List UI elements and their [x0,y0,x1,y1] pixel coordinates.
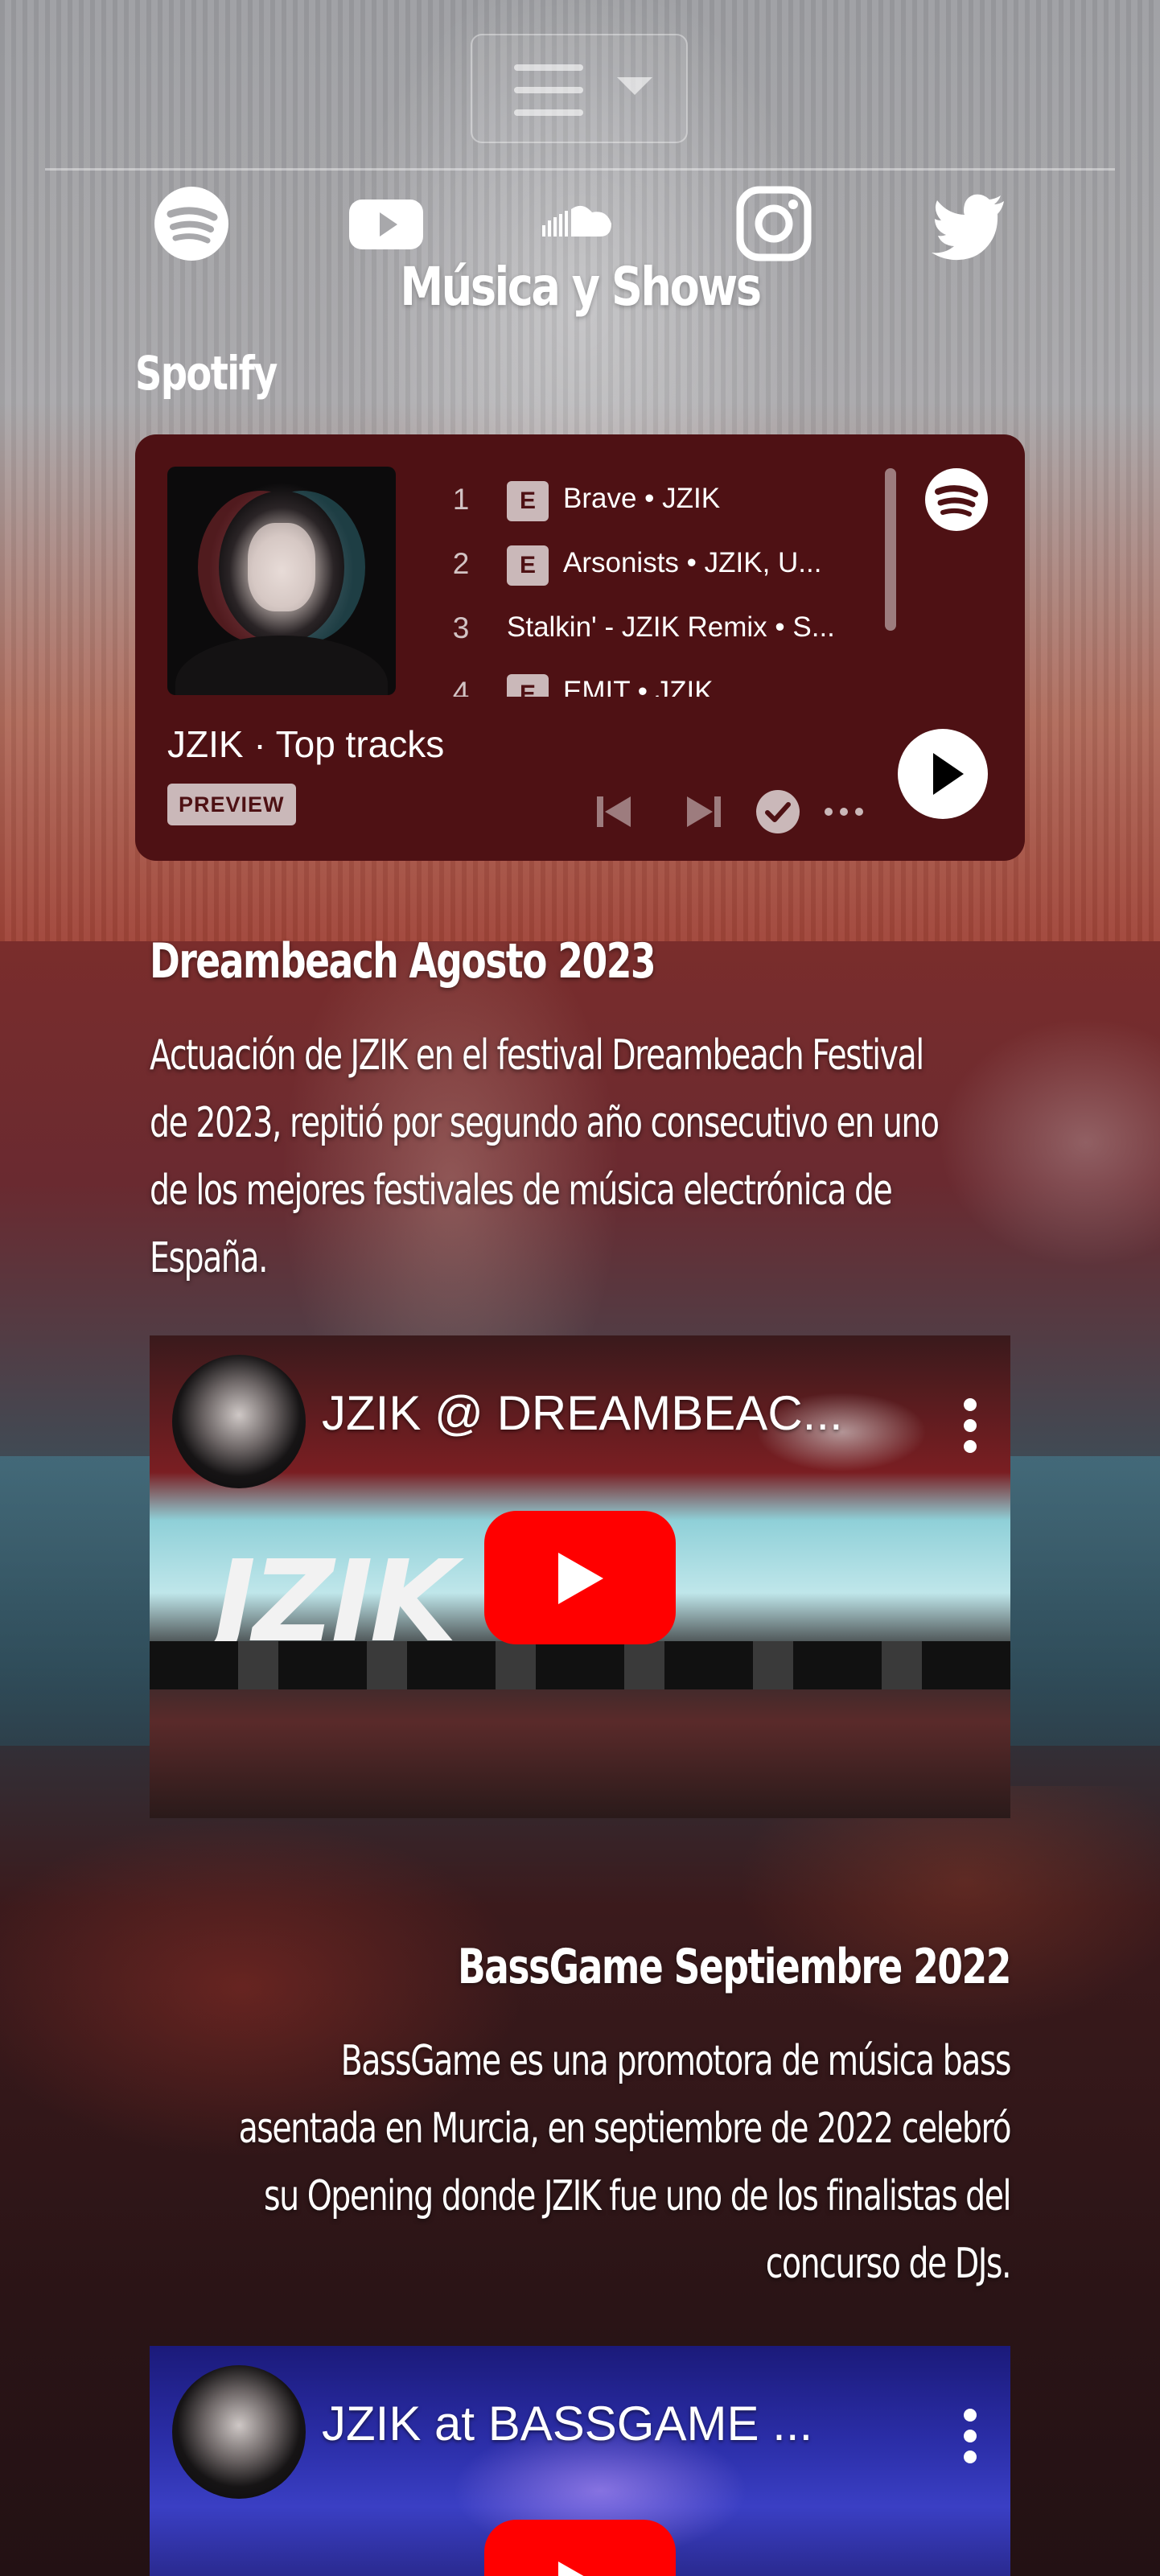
track-title: Arsonists • JZIK, U... [563,547,822,578]
spotify-logo-icon[interactable] [923,467,989,533]
hamburger-icon [514,64,583,116]
youtube-video-embed[interactable]: JZIK at BASSGAME ... [150,2346,1010,2576]
spotify-icon[interactable] [153,185,230,262]
youtube-video-embed[interactable]: JZIK JZIK @ DREAMBEAC... [150,1335,1010,1818]
post-description: BassGame es una promotora de música bass… [238,2037,1012,2288]
previous-track-icon[interactable] [586,784,642,840]
track-row[interactable]: 1 E Brave • JZIK [441,473,875,521]
track-title: Stalkin' - JZIK Remix • S... [507,611,835,643]
caret-down-icon [617,77,652,95]
channel-avatar[interactable] [172,2365,306,2499]
play-button[interactable] [898,729,988,819]
saved-check-icon[interactable] [750,784,806,840]
soundcloud-icon[interactable] [541,185,618,262]
page-title: Música y Shows [400,256,762,318]
post-title: Dreambeach Agosto 2023 [150,933,656,990]
track-row[interactable]: 2 E Arsonists • JZIK, U... [441,537,875,586]
spotify-section-label: Spotify [135,346,278,401]
explicit-badge: E [507,545,549,586]
navbar-toggle-button[interactable] [471,34,688,143]
channel-avatar[interactable] [172,1355,306,1488]
instagram-icon[interactable] [735,185,812,262]
spotify-embed[interactable]: 1 E Brave • JZIK 2 E Arsonists • JZIK, U… [135,434,1025,861]
twitter-icon[interactable] [930,185,1007,262]
youtube-play-button[interactable] [484,2520,676,2576]
track-title: Brave • JZIK [563,483,721,514]
explicit-badge: E [507,481,549,521]
preview-badge: PREVIEW [167,784,296,825]
youtube-play-button[interactable] [484,1511,676,1644]
youtube-icon[interactable] [348,185,425,262]
post-title: BassGame Septiembre 2022 [458,1939,1012,1995]
more-options-icon[interactable] [964,2409,980,2465]
playlist-cover-image [167,467,396,695]
track-list-scrollbar[interactable] [885,468,896,631]
more-options-icon[interactable] [816,784,872,840]
playlist-title: JZIK · Top tracks [167,723,445,765]
track-title: EMIT • JZIK [563,676,714,697]
more-options-icon[interactable] [964,1398,980,1455]
track-row[interactable]: 4 E EMIT • JZIK [441,666,875,697]
track-list[interactable]: 1 E Brave • JZIK 2 E Arsonists • JZIK, U… [441,473,875,697]
explicit-badge: E [507,674,549,697]
post-description: Actuación de JZIK en el festival Dreambe… [150,1031,940,1282]
next-track-icon[interactable] [676,784,732,840]
video-title[interactable]: JZIK @ DREAMBEAC... [322,1385,843,1441]
video-title[interactable]: JZIK at BASSGAME ... [322,2396,812,2451]
track-row[interactable]: 3 Stalkin' - JZIK Remix • S... [441,602,875,650]
header-divider [45,168,1115,171]
